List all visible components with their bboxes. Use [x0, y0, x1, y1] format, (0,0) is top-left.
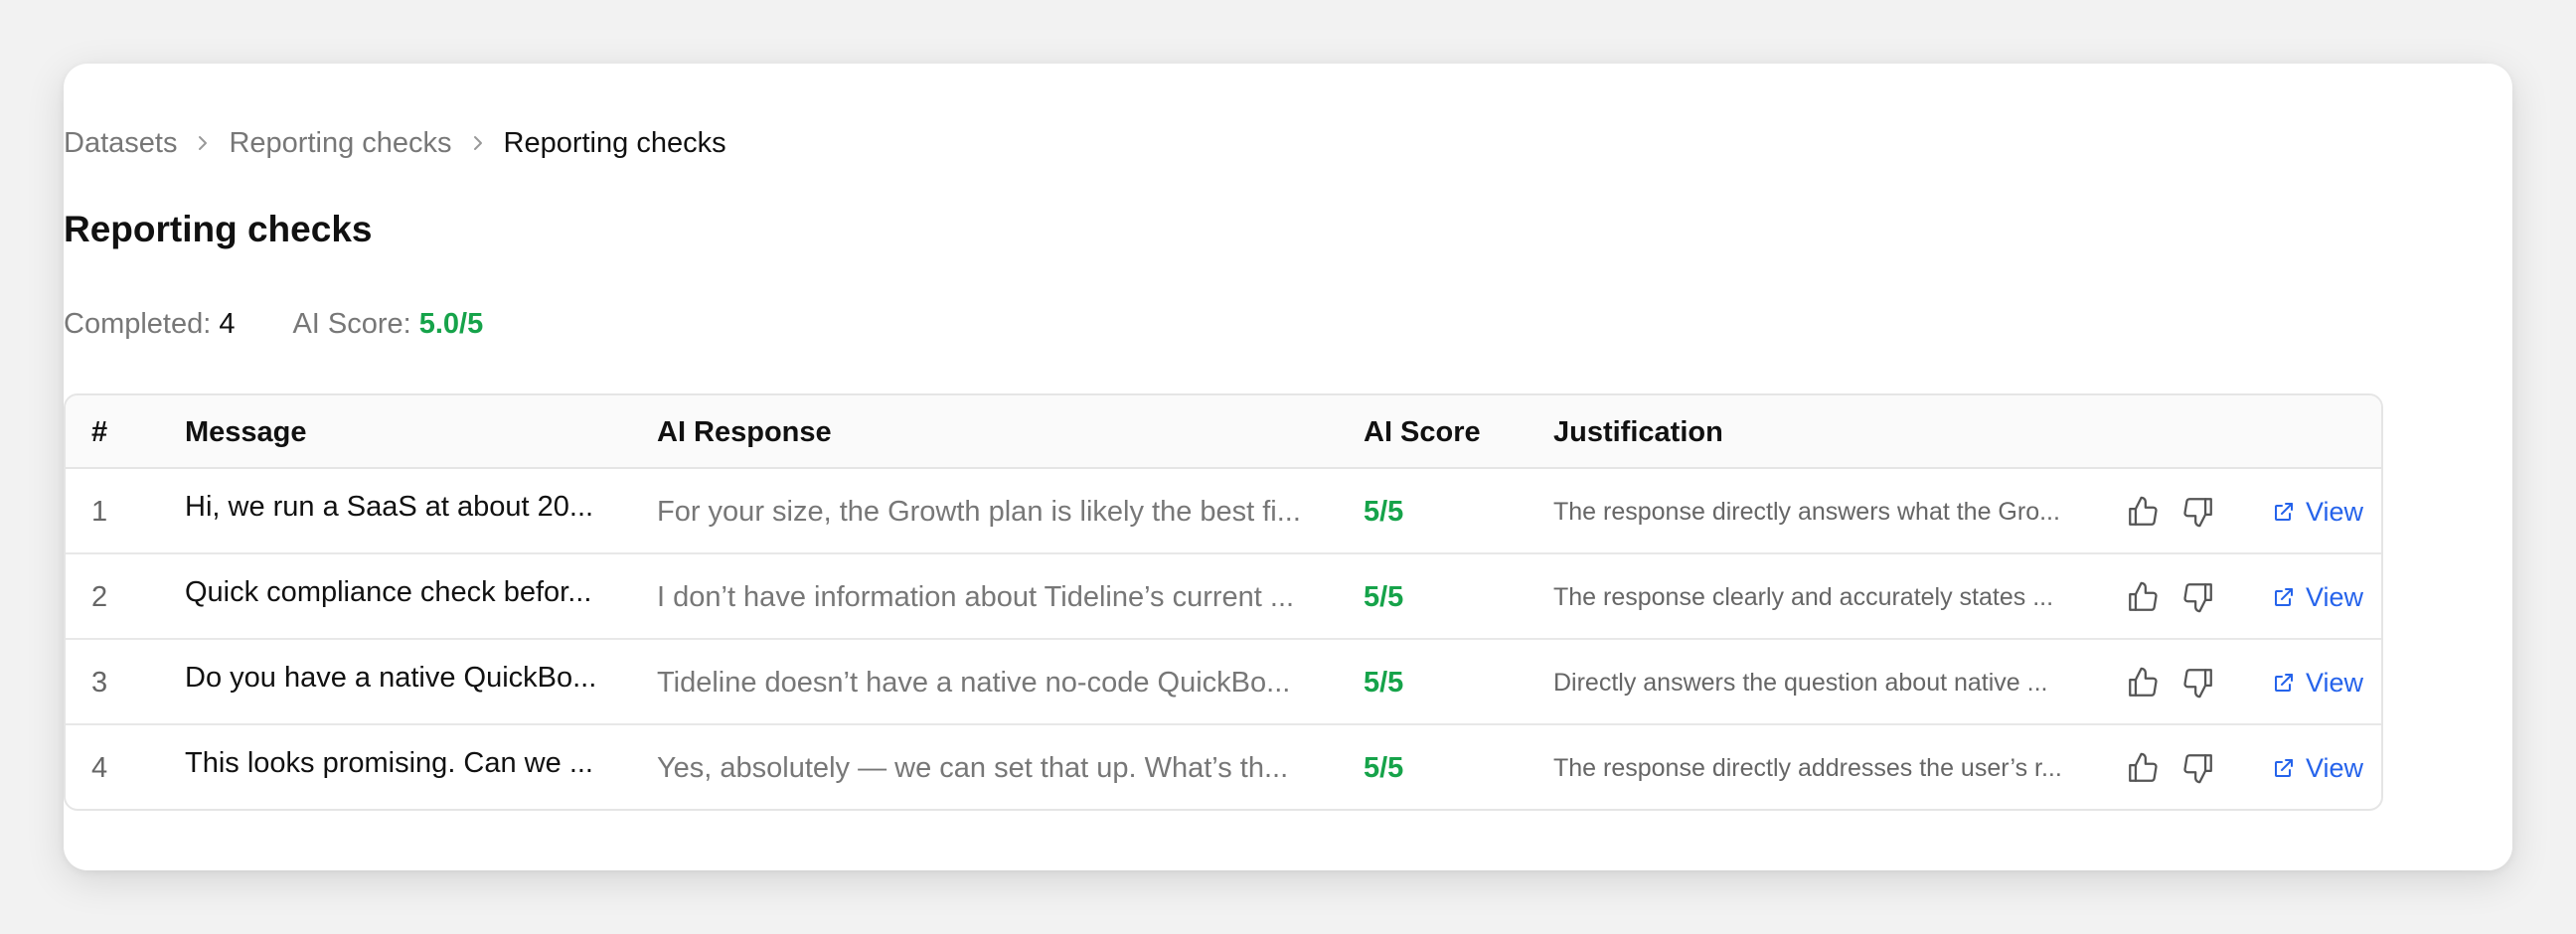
breadcrumb-datasets[interactable]: Datasets [64, 127, 177, 160]
chevron-right-icon [177, 133, 229, 153]
row-message: Do you have a native QuickBo... [185, 662, 597, 694]
view-label: View [2306, 752, 2364, 783]
row-ai-score: 5/5 [1364, 667, 1404, 699]
row-number: 1 [91, 496, 108, 528]
row-ai-response: I don’t have information about Tideline’… [657, 581, 1295, 613]
header-ai-response: AI Response [657, 416, 832, 448]
table-row[interactable]: 1 Hi, we run a SaaS at about 20... For y… [66, 469, 2381, 554]
thumbs-up-icon[interactable] [2125, 494, 2161, 530]
thumbs-down-icon[interactable] [2180, 665, 2216, 700]
table-row[interactable]: 3 Do you have a native QuickBo... Tideli… [66, 640, 2381, 725]
view-button[interactable]: View [2272, 725, 2364, 809]
row-number: 4 [91, 752, 108, 784]
table-row[interactable]: 4 This looks promising. Can we ... Yes, … [66, 725, 2381, 809]
breadcrumb: Datasets Reporting checks Reporting chec… [64, 123, 726, 163]
thumbs-down-icon[interactable] [2180, 750, 2216, 786]
view-button[interactable]: View [2272, 554, 2363, 640]
view-label: View [2306, 496, 2364, 527]
row-ai-score: 5/5 [1364, 752, 1404, 784]
row-number: 2 [91, 581, 108, 613]
external-link-icon [2275, 503, 2293, 521]
external-link-icon [2275, 588, 2293, 606]
breadcrumb-reporting-checks[interactable]: Reporting checks [229, 127, 451, 160]
thumbs-down-icon[interactable] [2180, 494, 2216, 530]
external-link-icon [2275, 759, 2293, 777]
row-number: 3 [91, 667, 108, 699]
thumbs-down-icon[interactable] [2180, 579, 2216, 615]
row-message: Quick compliance check befor... [185, 576, 592, 608]
row-justification: The response clearly and accurately stat… [1553, 583, 2054, 611]
row-ai-score: 5/5 [1364, 581, 1404, 613]
stats-bar: Completed: 4 AI Score: 5.0/5 [64, 308, 483, 341]
header-ai-score: AI Score [1364, 416, 1481, 448]
completed-label: Completed: [64, 308, 212, 340]
results-table: # Message AI Response AI Score Justifica… [64, 393, 2383, 811]
page-title: Reporting checks [64, 209, 373, 249]
ai-score-label: AI Score: [292, 308, 411, 340]
row-message: This looks promising. Can we ... [185, 747, 593, 779]
row-message: Hi, we run a SaaS at about 20... [185, 491, 594, 523]
header-number: # [91, 416, 108, 448]
breadcrumb-current: Reporting checks [503, 126, 726, 159]
thumbs-up-icon[interactable] [2125, 665, 2161, 700]
view-label: View [2306, 581, 2364, 612]
table-header: # Message AI Response AI Score Justifica… [66, 395, 2381, 469]
row-justification: The response directly addresses the user… [1553, 754, 2062, 782]
header-message: Message [185, 416, 307, 448]
row-ai-response: For your size, the Growth plan is likely… [657, 496, 1301, 528]
external-link-icon [2275, 674, 2293, 692]
row-ai-response: Tideline doesn’t have a native no-code Q… [657, 667, 1291, 699]
view-button[interactable]: View [2272, 469, 2363, 554]
header-justification: Justification [1553, 416, 1723, 448]
row-ai-score: 5/5 [1364, 496, 1404, 528]
view-button[interactable]: View [2272, 640, 2363, 725]
table-row[interactable]: 2 Quick compliance check befor... I don’… [66, 554, 2381, 640]
row-ai-response: Yes, absolutely — we can set that up. Wh… [657, 752, 1289, 784]
completed-count: 4 [219, 308, 236, 340]
ai-score-value: 5.0/5 [418, 308, 484, 340]
thumbs-up-icon[interactable] [2125, 750, 2161, 786]
view-label: View [2306, 667, 2364, 698]
thumbs-up-icon[interactable] [2125, 579, 2161, 615]
row-justification: Directly answers the question about nati… [1553, 669, 2048, 697]
chevron-right-icon [452, 133, 504, 153]
row-justification: The response directly answers what the G… [1553, 498, 2060, 526]
